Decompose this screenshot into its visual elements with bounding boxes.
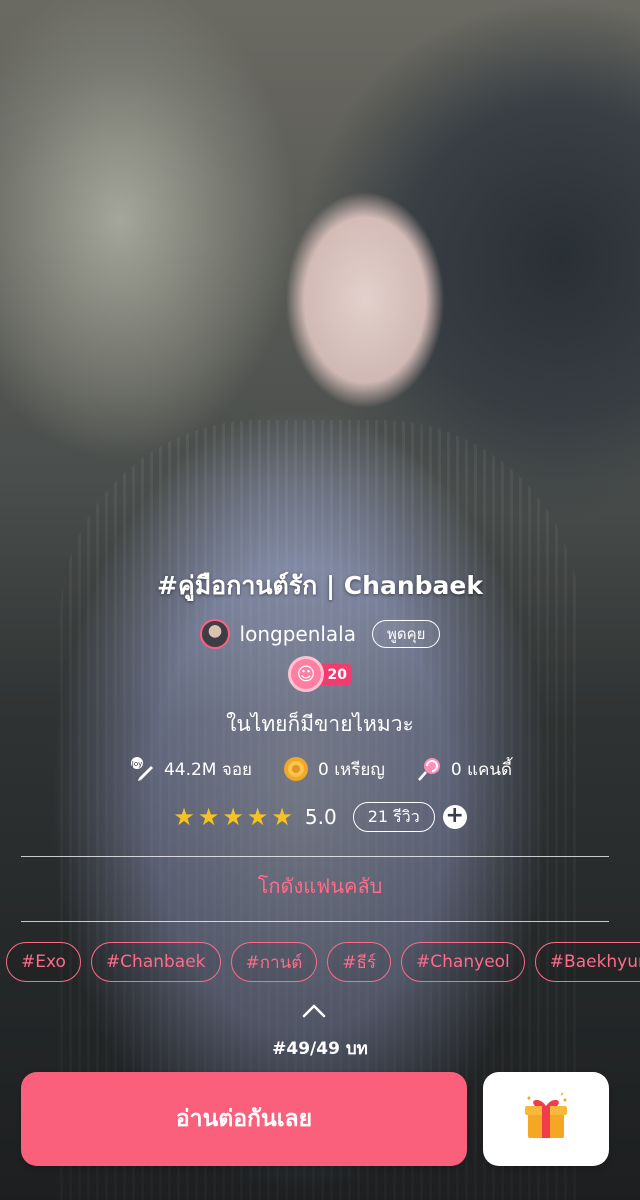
author-row: longpenlala พูดคุย [0, 619, 640, 649]
story-subtitle: ในไทยก็มีขายไหมวะ [226, 712, 414, 736]
svg-text:Joy: Joy [131, 760, 143, 768]
tag-chip[interactable]: #ธีร์ [327, 942, 392, 982]
author-level-badge: ☺ 20 [288, 656, 358, 692]
divider [21, 856, 609, 857]
coins-count: 0 เหรียญ [318, 759, 385, 780]
story-title: #คู่มือกานต์รัก | Chanbaek [157, 571, 483, 600]
tags-row: #Exo #Chanbaek #กานต์ #ธีร์ #Chanyeol #B… [6, 942, 640, 982]
tag-chip[interactable]: #กานต์ [230, 942, 318, 982]
smiley-icon: ☺ [288, 656, 324, 692]
author-avatar[interactable] [199, 619, 230, 649]
pen-joy-icon: Joy [128, 755, 156, 783]
divider [21, 921, 609, 922]
tag-chip[interactable]: #Baekhyun [534, 942, 640, 982]
stats-row: Joy 44.2M จอย 0 เหรียญ 0 แคนดี้ [0, 755, 640, 783]
chapter-count: #49/49 บท [272, 1039, 368, 1059]
tag-chip[interactable]: #Chanbaek [90, 942, 221, 982]
add-review-button[interactable]: + [442, 805, 467, 829]
star-rating: ★ ★ ★ ★ ★ [173, 803, 293, 831]
star-icon: ★ [173, 803, 195, 831]
chat-button[interactable]: พูดคุย [372, 620, 441, 648]
continue-reading-button[interactable]: อ่านต่อกันเลย [21, 1072, 467, 1166]
star-icon: ★ [246, 803, 269, 831]
coin-icon [282, 755, 310, 783]
rating-row: ★ ★ ★ ★ ★ 5.0 21 รีวิว + [0, 802, 640, 832]
rating-value: 5.0 [304, 805, 337, 829]
star-icon: ★ [271, 803, 293, 831]
reviews-button[interactable]: 21 รีวิว [352, 802, 435, 832]
gift-box-icon [521, 1092, 571, 1146]
gift-button[interactable] [483, 1072, 609, 1166]
author-name[interactable]: longpenlala [240, 622, 356, 646]
chevron-up-icon[interactable] [302, 1000, 326, 1020]
lollipop-icon [415, 755, 443, 783]
tag-chip[interactable]: #Exo [6, 942, 81, 982]
tag-chip[interactable]: #Chanyeol [401, 942, 525, 982]
fanclub-link[interactable]: โกดังแฟนคลับ [0, 870, 640, 902]
reads-count: 44.2M จอย [163, 759, 252, 780]
star-icon: ★ [197, 803, 220, 831]
star-icon: ★ [222, 803, 244, 831]
candy-count: 0 แคนดี้ [450, 759, 513, 780]
